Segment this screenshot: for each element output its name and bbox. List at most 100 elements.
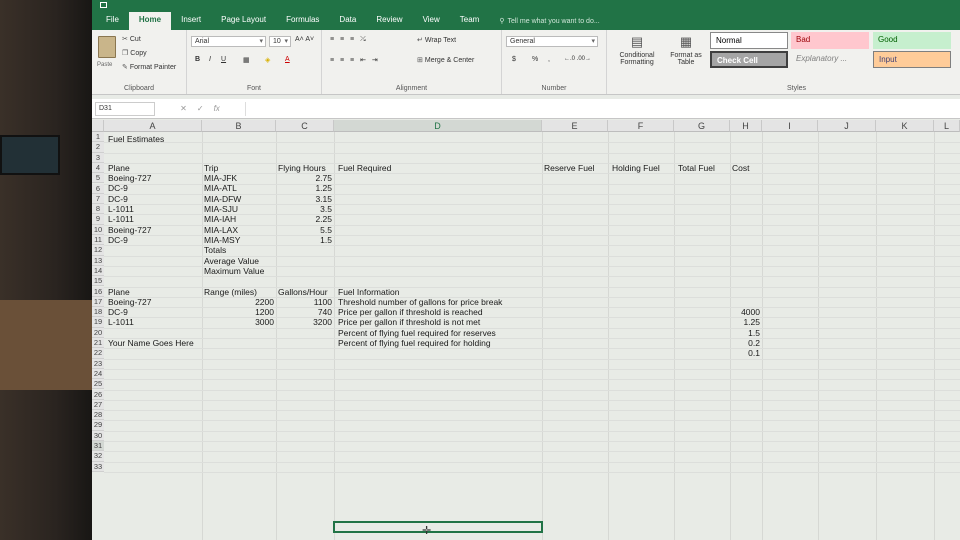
row-header-25[interactable]: 25 xyxy=(92,379,104,390)
cell-b4[interactable]: MIA-JFK xyxy=(204,173,237,183)
cell-b6[interactable]: MIA-DFW xyxy=(204,194,241,204)
column-header-d[interactable]: D xyxy=(334,120,542,132)
cell-c10[interactable]: 1.5 xyxy=(276,235,332,245)
cell-d16[interactable]: Threshold number of gallons for price br… xyxy=(338,297,502,307)
cell-a10[interactable]: DC-9 xyxy=(108,235,128,245)
tab-team[interactable]: Team xyxy=(450,12,490,30)
cell-d15[interactable]: Fuel Information xyxy=(338,287,399,297)
column-header-l[interactable]: L xyxy=(934,120,960,132)
cell-a5[interactable]: DC-9 xyxy=(108,183,128,193)
cell-c8[interactable]: 2.25 xyxy=(276,214,332,224)
column-header-g[interactable]: G xyxy=(674,120,730,132)
tab-insert[interactable]: Insert xyxy=(171,12,211,30)
row-header-28[interactable]: 28 xyxy=(92,410,104,421)
bold-button[interactable]: B xyxy=(195,56,200,63)
cell-b18[interactable]: 3000 xyxy=(202,317,274,327)
font-grow-button[interactable]: A˄ A˅ xyxy=(295,36,314,43)
cell-c18[interactable]: 3200 xyxy=(276,317,332,327)
paste-icon[interactable] xyxy=(98,36,116,58)
row-header-32[interactable]: 32 xyxy=(92,451,104,462)
column-header-e[interactable]: E xyxy=(542,120,608,132)
row-header-11[interactable]: 11 xyxy=(92,235,104,246)
cell-h17[interactable]: 4000 xyxy=(730,307,760,317)
cell-a1[interactable]: Fuel Estimates xyxy=(108,134,164,144)
row-header-18[interactable]: 18 xyxy=(92,307,104,318)
paste-button[interactable]: Paste xyxy=(97,62,112,68)
cell-c9[interactable]: 5.5 xyxy=(276,225,332,235)
cell-d19[interactable]: Percent of flying fuel required for rese… xyxy=(338,328,496,338)
wrap-text-button[interactable]: ↵ Wrap Text xyxy=(417,36,456,45)
cell-h19[interactable]: 1.5 xyxy=(730,328,760,338)
column-header-f[interactable]: F xyxy=(608,120,674,132)
cell-a15[interactable]: Plane xyxy=(108,287,130,297)
style-bad[interactable]: Bad xyxy=(791,32,869,49)
cell-c3[interactable]: Flying Hours xyxy=(278,163,326,173)
font-size-select[interactable]: 10 xyxy=(269,36,291,47)
cell-d17[interactable]: Price per gallon if threshold is reached xyxy=(338,307,483,317)
row-header-6[interactable]: 6 xyxy=(92,183,104,194)
cell-c17[interactable]: 740 xyxy=(276,307,332,317)
tab-view[interactable]: View xyxy=(413,12,450,30)
tab-data[interactable]: Data xyxy=(329,12,366,30)
cell-b11[interactable]: Totals xyxy=(204,245,226,255)
save-icon[interactable] xyxy=(100,2,107,8)
formula-input[interactable] xyxy=(245,101,960,116)
cell-d3[interactable]: Fuel Required xyxy=(338,163,391,173)
cell-b12[interactable]: Average Value xyxy=(204,256,259,266)
italic-button[interactable]: I xyxy=(209,56,211,63)
cell-a3[interactable]: Plane xyxy=(108,163,130,173)
row-header-26[interactable]: 26 xyxy=(92,389,104,400)
row-header-22[interactable]: 22 xyxy=(92,348,104,359)
select-all-corner[interactable] xyxy=(92,120,104,132)
fx-icon[interactable]: fx xyxy=(214,104,220,113)
column-header-k[interactable]: K xyxy=(876,120,934,132)
copy-button[interactable]: ❐ Copy xyxy=(122,49,147,58)
row-header-16[interactable]: 16 xyxy=(92,286,104,297)
cut-button[interactable]: ✂ Cut xyxy=(122,35,141,44)
font-name-select[interactable]: Arial xyxy=(191,36,266,47)
cell-b13[interactable]: Maximum Value xyxy=(204,266,264,276)
row-header-19[interactable]: 19 xyxy=(92,317,104,328)
cell-d18[interactable]: Price per gallon if threshold is not met xyxy=(338,317,480,327)
column-header-h[interactable]: H xyxy=(730,120,762,132)
row-header-31[interactable]: 31 xyxy=(92,441,104,452)
conditional-formatting-button[interactable]: ▤ Conditional Formatting xyxy=(613,34,661,66)
cell-e3[interactable]: Reserve Fuel xyxy=(544,163,595,173)
cell-f3[interactable]: Holding Fuel xyxy=(612,163,660,173)
row-header-12[interactable]: 12 xyxy=(92,245,104,256)
cell-a17[interactable]: DC-9 xyxy=(108,307,128,317)
row-header-1[interactable]: 1 xyxy=(92,132,104,143)
style-check-cell[interactable]: Check Cell xyxy=(710,51,788,68)
cell-h18[interactable]: 1.25 xyxy=(730,317,760,327)
cell-a4[interactable]: Boeing-727 xyxy=(108,173,151,183)
cell-a7[interactable]: L-1011 xyxy=(108,204,134,214)
row-header-4[interactable]: 4 xyxy=(92,162,104,174)
format-painter-button[interactable]: ✎ Format Painter xyxy=(122,63,176,72)
cell-c5[interactable]: 1.25 xyxy=(276,183,332,193)
row-header-17[interactable]: 17 xyxy=(92,296,104,308)
merge-center-button[interactable]: ⊞ Merge & Center xyxy=(417,56,474,65)
percent-button[interactable]: % xyxy=(532,56,538,63)
row-header-30[interactable]: 30 xyxy=(92,430,104,441)
row-header-14[interactable]: 14 xyxy=(92,265,104,277)
style-good[interactable]: Good xyxy=(873,32,951,49)
row-header-15[interactable]: 15 xyxy=(92,276,104,287)
cell-c4[interactable]: 2.75 xyxy=(276,173,332,183)
style-input[interactable]: Input xyxy=(873,51,951,68)
cell-c15[interactable]: Gallons/Hour xyxy=(278,287,328,297)
number-format-select[interactable]: General xyxy=(506,36,598,47)
underline-button[interactable]: U xyxy=(221,56,226,63)
cell-h21[interactable]: 0.1 xyxy=(730,348,760,358)
tab-file[interactable]: File xyxy=(96,12,129,30)
column-header-a[interactable]: A xyxy=(104,120,202,132)
row-header-21[interactable]: 21 xyxy=(92,338,104,349)
cell-b5[interactable]: MIA-ATL xyxy=(204,183,237,193)
cell-b3[interactable]: Trip xyxy=(204,163,218,173)
cell-h20[interactable]: 0.2 xyxy=(730,338,760,348)
comma-button[interactable]: , xyxy=(548,56,550,63)
cell-b10[interactable]: MIA-MSY xyxy=(204,235,240,245)
cell-b16[interactable]: 2200 xyxy=(202,297,274,307)
row-header-13[interactable]: 13 xyxy=(92,255,104,266)
tell-me-box[interactable]: ⚲ Tell me what you want to do... xyxy=(489,12,609,30)
cell-g3[interactable]: Total Fuel xyxy=(678,163,715,173)
